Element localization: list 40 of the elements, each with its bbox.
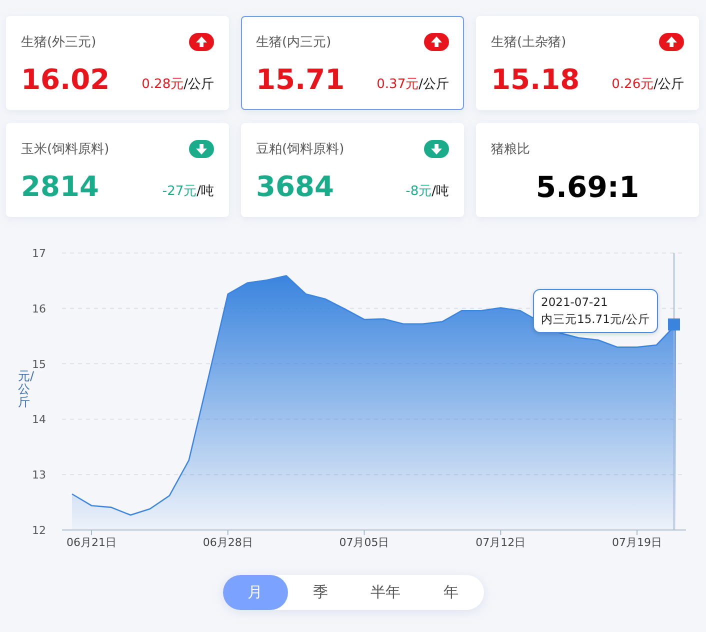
price-card[interactable]: 豆粕(饲料原料) 3684 -8元/吨: [241, 123, 464, 217]
price-change: -27元/吨: [162, 183, 214, 201]
price-card[interactable]: 生猪(土杂猪) 15.18 0.26元/公斤: [476, 16, 699, 110]
period-tab[interactable]: 季: [288, 575, 353, 610]
y-tick-label: 12: [32, 524, 46, 537]
data-point-marker: [668, 318, 680, 330]
x-tick-label: 07月05日: [339, 536, 390, 549]
y-tick-label: 15: [32, 358, 46, 371]
x-tick-label: 06月28日: [202, 536, 253, 549]
x-tick-label: 06月21日: [66, 536, 116, 549]
price-card[interactable]: 生猪(内三元) 15.71 0.37元/公斤: [241, 16, 464, 110]
x-tick-label: 07月12日: [476, 536, 526, 549]
price-change: 0.28元/公斤: [142, 76, 214, 94]
x-tick-label: 07月19日: [612, 536, 662, 549]
price-value: 15.71: [256, 62, 345, 98]
card-title: 生猪(外三元): [21, 34, 96, 51]
price-card[interactable]: 猪粮比 5.69:1: [476, 123, 699, 217]
card-title: 玉米(饲料原料): [21, 141, 110, 158]
y-tick-label: 13: [32, 468, 46, 482]
period-tab[interactable]: 半年: [353, 575, 418, 610]
y-tick-label: 16: [32, 302, 46, 316]
y-tick-label: 17: [32, 247, 46, 260]
price-change: -8元/吨: [406, 183, 449, 201]
card-title: 猪粮比: [491, 141, 530, 158]
ratio-value: 5.69:1: [534, 169, 640, 206]
price-change: 0.37元/公斤: [376, 76, 449, 94]
price-value: 2814: [21, 169, 99, 205]
card-title: 生猪(土杂猪): [491, 34, 566, 51]
price-change: 0.26元/公斤: [612, 76, 684, 94]
price-value: 16.02: [21, 62, 110, 98]
card-title: 生猪(内三元): [256, 34, 332, 51]
price-value: 3684: [256, 169, 334, 205]
period-tab[interactable]: 年: [418, 575, 484, 610]
card-title: 豆粕(饲料原料): [256, 141, 344, 158]
tooltip-date: 2021-07-21: [541, 294, 609, 311]
tooltip-value: 内三元15.71元/公斤: [541, 311, 650, 328]
y-tick-label: 14: [32, 413, 46, 426]
price-card[interactable]: 生猪(外三元) 16.02 0.28元/公斤: [6, 16, 229, 110]
price-card[interactable]: 玉米(饲料原料) 2814 -27元/吨: [6, 123, 229, 217]
price-value: 15.18: [491, 62, 580, 98]
